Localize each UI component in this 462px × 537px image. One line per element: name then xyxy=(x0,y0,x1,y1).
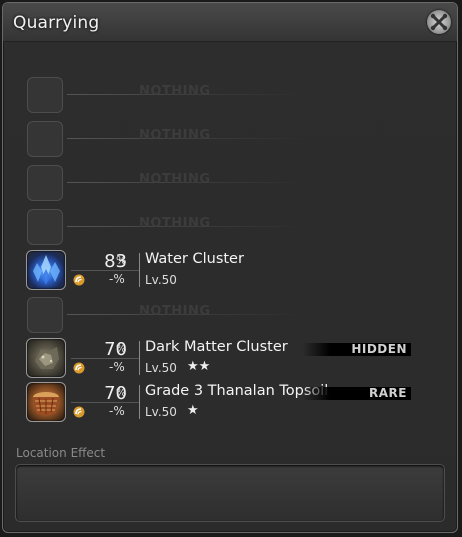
hq-chance-icon xyxy=(73,274,85,286)
tag-label: HIDDEN xyxy=(351,342,407,356)
item-name: Dark Matter Cluster xyxy=(145,339,288,355)
percent-sign: % xyxy=(116,342,127,355)
gathering-slot-water-cluster[interactable]: 83 % -% Water Cluster Lv.50 xyxy=(23,250,423,290)
hq-chance: -% xyxy=(109,272,125,286)
hidden-tag: HIDDEN xyxy=(303,342,411,356)
rare-tag: RARE xyxy=(303,386,411,400)
gathering-slot-empty[interactable]: NOTHING xyxy=(23,295,423,335)
hq-chance: -% xyxy=(109,360,125,374)
item-name: Water Cluster xyxy=(145,251,244,267)
empty-slot-icon xyxy=(27,77,63,113)
window-title: Quarrying xyxy=(13,13,100,33)
empty-slot-label: NOTHING xyxy=(139,128,211,143)
empty-slot-icon xyxy=(27,297,63,333)
gathering-slot-empty[interactable]: NOTHING xyxy=(23,207,423,247)
empty-slot-icon xyxy=(27,209,63,245)
percent-sign: % xyxy=(116,254,127,267)
empty-slot-label: NOTHING xyxy=(139,84,211,99)
empty-slot-label: NOTHING xyxy=(139,216,211,231)
item-stars: ★ xyxy=(187,403,199,418)
divider xyxy=(71,270,139,271)
location-effect-box xyxy=(15,464,445,522)
hq-chance-icon xyxy=(73,406,85,418)
hq-chance: -% xyxy=(109,404,125,418)
title-bar[interactable]: Quarrying xyxy=(3,3,457,42)
divider xyxy=(71,358,139,359)
water-cluster-icon xyxy=(26,250,66,290)
item-level: Lv.50 xyxy=(145,361,177,375)
close-icon[interactable] xyxy=(427,10,451,34)
divider xyxy=(139,341,140,375)
hq-chance-icon xyxy=(73,362,85,374)
percent-sign: % xyxy=(116,386,127,399)
dark-matter-cluster-icon xyxy=(26,338,66,378)
gathering-slot-empty[interactable]: NOTHING xyxy=(23,119,423,159)
gathering-slot-dark-matter-cluster[interactable]: 70 % -% Dark Matter Cluster Lv.50 ★★ HID… xyxy=(23,338,423,378)
topsoil-icon xyxy=(26,382,66,422)
divider xyxy=(139,385,140,419)
divider xyxy=(71,402,139,403)
item-name: Grade 3 Thanalan Topsoil xyxy=(145,383,329,399)
empty-slot-icon xyxy=(27,165,63,201)
gathering-window: Quarrying NOTHING NOTHING NOTHING NOTHIN… xyxy=(2,2,458,533)
gathering-slot-topsoil[interactable]: 70 % -% Grade 3 Thanalan Topsoil Lv.50 ★… xyxy=(23,382,423,422)
item-level: Lv.50 xyxy=(145,405,177,419)
tag-label: RARE xyxy=(369,386,407,400)
empty-slot-label: NOTHING xyxy=(139,172,211,187)
divider xyxy=(139,253,140,287)
location-effect-label: Location Effect xyxy=(16,446,106,460)
gathering-slot-empty[interactable]: NOTHING xyxy=(23,75,423,115)
empty-slot-label: NOTHING xyxy=(139,304,211,319)
gathering-slot-empty[interactable]: NOTHING xyxy=(23,163,423,203)
item-stars: ★★ xyxy=(187,359,211,374)
empty-slot-icon xyxy=(27,121,63,157)
item-level: Lv.50 xyxy=(145,273,177,287)
